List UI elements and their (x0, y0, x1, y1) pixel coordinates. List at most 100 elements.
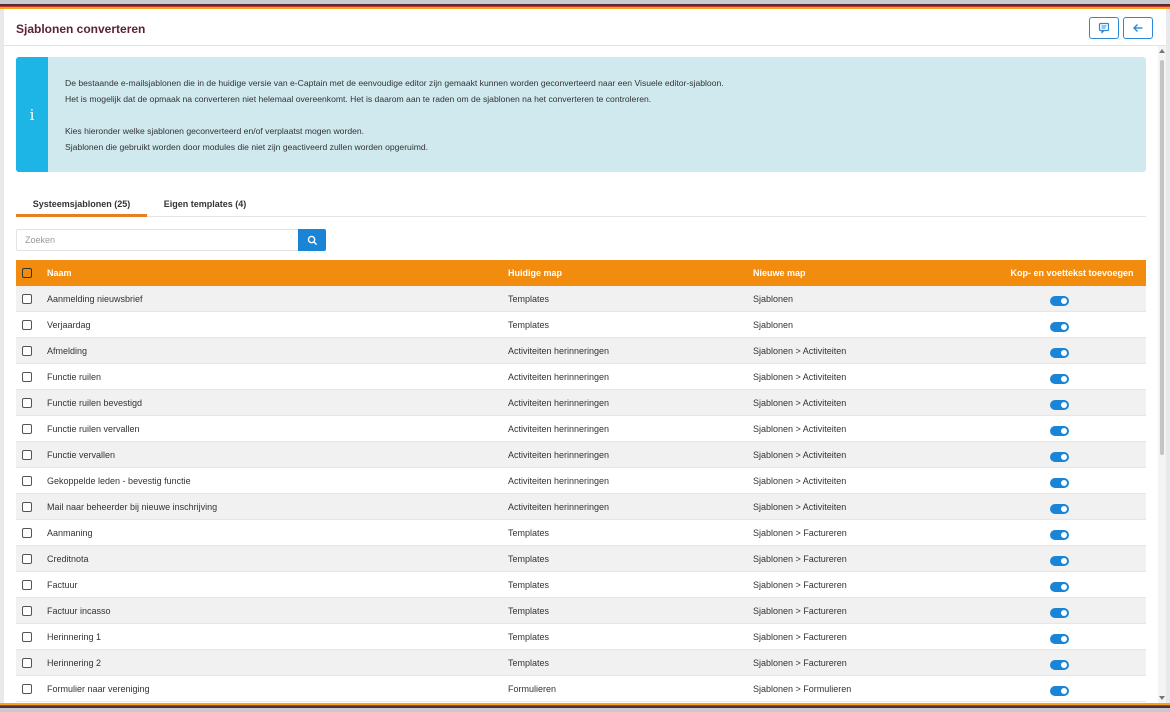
kop-voettekst-toggle[interactable] (1050, 400, 1069, 410)
back-button[interactable] (1123, 17, 1153, 39)
column-header-nieuwe-map[interactable]: Nieuwe map (753, 260, 806, 286)
table-row[interactable]: Functie vervallen Activiteiten herinnerin… (16, 442, 1146, 468)
cell-huidige-map: Activiteiten herinneringen (508, 502, 610, 512)
kop-voettekst-toggle[interactable] (1050, 556, 1069, 566)
row-checkbox[interactable] (22, 372, 32, 382)
cell-nieuwe-map: Sjablonen > Factureren (753, 580, 847, 590)
table-row[interactable]: Formulier naar vereniging Formulieren Sjab… (16, 676, 1146, 702)
scroll-up-icon[interactable] (1159, 49, 1165, 53)
row-checkbox[interactable] (22, 658, 32, 668)
row-checkbox[interactable] (22, 450, 32, 460)
cell-nieuwe-map: Sjablonen > Factureren (753, 528, 847, 538)
cell-naam: Gekoppelde leden - bevestig functie (47, 476, 191, 486)
scroll-thumb[interactable] (1160, 60, 1164, 455)
cell-huidige-map: Formulieren (508, 684, 557, 694)
cell-huidige-map: Activiteiten herinneringen (508, 424, 610, 434)
cell-naam: Aanmaning (47, 528, 93, 538)
row-checkbox[interactable] (22, 554, 32, 564)
kop-voettekst-toggle[interactable] (1050, 530, 1069, 540)
row-checkbox[interactable] (22, 606, 32, 616)
cell-huidige-map: Activiteiten herinneringen (508, 372, 610, 382)
table-row[interactable]: Herinnering 2 Templates Sjablonen > Factur… (16, 650, 1146, 676)
templates-table: Naam Huidige map Nieuwe map Kop- en voet… (16, 260, 1146, 702)
table-row[interactable]: Herinnering 1 Templates Sjablonen > Factur… (16, 624, 1146, 650)
cell-nieuwe-map: Sjablonen > Activiteiten (753, 372, 847, 382)
cell-huidige-map: Templates (508, 580, 550, 590)
table-row[interactable]: Afmelding Activiteiten herinneringen Sjabl… (16, 338, 1146, 364)
cell-huidige-map: Templates (508, 294, 550, 304)
info-line: Het is mogelijk dat de opmaak na convert… (65, 94, 652, 104)
kop-voettekst-toggle[interactable] (1050, 608, 1069, 618)
kop-voettekst-toggle[interactable] (1050, 478, 1069, 488)
tab-systeemsjablonen[interactable]: Systeemsjablonen (25) (16, 192, 147, 217)
cell-naam: Functie vervallen (47, 450, 116, 460)
cell-huidige-map: Activiteiten herinneringen (508, 398, 610, 408)
kop-voettekst-toggle[interactable] (1050, 322, 1069, 332)
table-row[interactable]: Mail naar beheerder bij nieuwe inschrijv… (16, 494, 1146, 520)
search-button[interactable] (298, 229, 326, 251)
kop-voettekst-toggle[interactable] (1050, 686, 1069, 696)
table-row[interactable]: Gekoppelde leden - bevestig functie Activ… (16, 468, 1146, 494)
row-checkbox[interactable] (22, 424, 32, 434)
tab-bar: Systeemsjablonen (25) Eigen templates (4… (16, 192, 1146, 217)
info-icon-glyph: i (29, 105, 35, 124)
kop-voettekst-toggle[interactable] (1050, 582, 1069, 592)
cell-huidige-map: Templates (508, 632, 550, 642)
kop-voettekst-toggle[interactable] (1050, 374, 1069, 384)
row-checkbox[interactable] (22, 684, 32, 694)
row-checkbox[interactable] (22, 476, 32, 486)
cell-nieuwe-map: Sjablonen > Activiteiten (753, 346, 847, 356)
cell-huidige-map: Activiteiten herinneringen (508, 450, 610, 460)
kop-voettekst-toggle[interactable] (1050, 296, 1069, 306)
cell-naam: Functie ruilen bevestigd (47, 398, 143, 408)
vertical-scrollbar[interactable] (1158, 46, 1166, 703)
kop-voettekst-toggle[interactable] (1050, 452, 1069, 462)
table-row[interactable]: Verjaardag Templates Sjablonen (16, 312, 1146, 338)
column-header-naam[interactable]: Naam (47, 260, 72, 286)
row-checkbox[interactable] (22, 528, 32, 538)
table-row[interactable]: Aanmaning Templates Sjablonen > Factureren (16, 520, 1146, 546)
cell-naam: Afmelding (47, 346, 88, 356)
cell-nieuwe-map: Sjablonen > Factureren (753, 632, 847, 642)
table-row[interactable]: Aanmelding nieuwsbrief Templates Sjablonen (16, 286, 1146, 312)
table-row[interactable]: Creditnota Templates Sjablonen > Facturere… (16, 546, 1146, 572)
table-row[interactable]: Factuur incasso Templates Sjablonen > Fact… (16, 598, 1146, 624)
row-checkbox[interactable] (22, 294, 32, 304)
cell-huidige-map: Templates (508, 554, 550, 564)
select-all-checkbox[interactable] (22, 268, 32, 278)
row-checkbox[interactable] (22, 346, 32, 356)
row-checkbox[interactable] (22, 398, 32, 408)
cell-huidige-map: Templates (508, 658, 550, 668)
kop-voettekst-toggle[interactable] (1050, 634, 1069, 644)
scroll-down-icon[interactable] (1159, 696, 1165, 700)
info-line: Kies hieronder welke sjablonen geconvert… (65, 126, 365, 136)
kop-voettekst-toggle[interactable] (1050, 348, 1069, 358)
cell-naam: Creditnota (47, 554, 89, 564)
row-checkbox[interactable] (22, 502, 32, 512)
table-row[interactable]: Factuur Templates Sjablonen > Factureren (16, 572, 1146, 598)
table-row[interactable]: Functie ruilen vervallen Activiteiten her… (16, 416, 1146, 442)
column-header-huidige-map[interactable]: Huidige map (508, 260, 562, 286)
kop-voettekst-toggle[interactable] (1050, 660, 1069, 670)
search-input[interactable] (16, 229, 298, 251)
info-callout: i De bestaande e-mailsjablonen die in de… (16, 57, 1146, 172)
feedback-button[interactable] (1089, 17, 1119, 39)
page-title: Sjablonen converteren (16, 22, 146, 36)
cell-naam: Factuur (47, 580, 78, 590)
kop-voettekst-toggle[interactable] (1050, 504, 1069, 514)
cell-nieuwe-map: Sjablonen > Formulieren (753, 684, 852, 694)
cell-naam: Factuur incasso (47, 606, 111, 616)
row-checkbox[interactable] (22, 580, 32, 590)
table-row[interactable]: Functie ruilen bevestigd Activiteiten her… (16, 390, 1146, 416)
kop-voettekst-toggle[interactable] (1050, 426, 1069, 436)
main-content: i De bestaande e-mailsjablonen die in de… (4, 46, 1166, 703)
row-checkbox[interactable] (22, 632, 32, 642)
tab-eigen-templates[interactable]: Eigen templates (4) (154, 192, 256, 217)
cell-naam: Verjaardag (47, 320, 91, 330)
table-row[interactable]: Functie ruilen Activiteiten herinneringen… (16, 364, 1146, 390)
row-checkbox[interactable] (22, 320, 32, 330)
cell-huidige-map: Templates (508, 528, 550, 538)
cell-nieuwe-map: Sjablonen > Activiteiten (753, 424, 847, 434)
arrow-left-icon (1133, 24, 1143, 32)
cell-nieuwe-map: Sjablonen > Activiteiten (753, 450, 847, 460)
